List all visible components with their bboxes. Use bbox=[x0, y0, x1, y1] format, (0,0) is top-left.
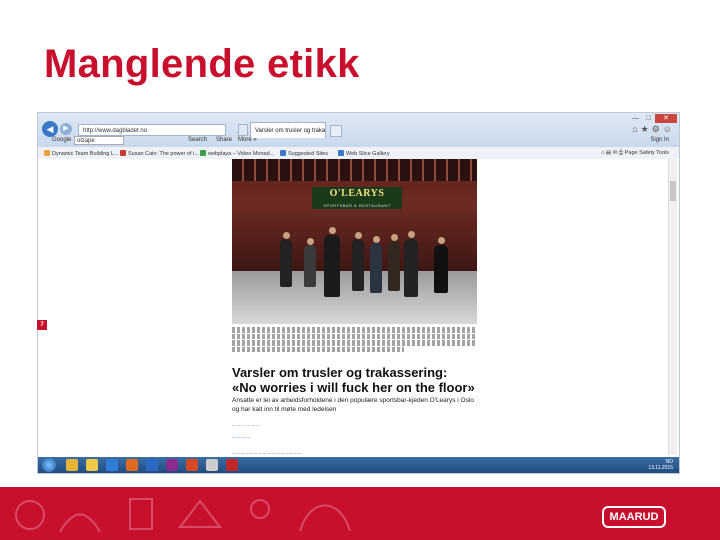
article-headline: Varsler om trusler og trakassering: «No … bbox=[232, 365, 477, 395]
person-head bbox=[282, 232, 290, 239]
ie-icon[interactable] bbox=[106, 459, 118, 471]
windows bbox=[232, 159, 477, 181]
feed-icon[interactable]: ▤ bbox=[606, 150, 611, 156]
doodle-illustrations bbox=[15, 498, 351, 533]
chrome-icon[interactable] bbox=[66, 459, 78, 471]
person bbox=[304, 245, 316, 287]
taskbar: NO 13.11.2015 bbox=[38, 457, 679, 473]
favorite-item[interactable]: Susan Cain: The power of i... bbox=[120, 150, 199, 157]
google-label: Google bbox=[52, 137, 72, 143]
person-head bbox=[328, 227, 336, 234]
author-link[interactable]: ─ ─ ─ ─ bbox=[232, 435, 250, 441]
print-icon[interactable]: ⎙ bbox=[619, 150, 623, 156]
firefox-icon[interactable] bbox=[126, 459, 138, 471]
more-button[interactable]: More » bbox=[238, 137, 257, 143]
toolbar-icons[interactable]: ⌂★⚙☺ bbox=[632, 124, 675, 135]
system-tray[interactable]: NO 13.11.2015 bbox=[648, 459, 673, 471]
site-icon bbox=[200, 150, 206, 156]
caption-line bbox=[232, 346, 404, 352]
ie-icon bbox=[280, 150, 286, 156]
slide-title: Manglende etikk bbox=[44, 42, 360, 86]
search-button[interactable]: Search bbox=[188, 137, 207, 143]
person-head bbox=[372, 236, 380, 243]
tools-menu[interactable]: Tools bbox=[656, 150, 669, 156]
person-head bbox=[354, 232, 362, 239]
minimize-icon[interactable]: — bbox=[632, 115, 639, 122]
person bbox=[370, 243, 382, 293]
browser-toolbar: ◀ ▶ http://www.dagbladet.no Varsler om t… bbox=[38, 113, 679, 147]
powerpoint-icon[interactable] bbox=[186, 459, 198, 471]
headline-line: «No worries i will fuck her on the floor… bbox=[232, 380, 475, 395]
favorite-item[interactable]: webplaya – Video Monad... bbox=[200, 150, 274, 157]
forward-icon[interactable]: ▶ bbox=[60, 123, 72, 135]
maarud-logo: MAARUD bbox=[602, 506, 666, 528]
favorite-item[interactable]: Suggested Sites bbox=[280, 150, 328, 157]
caption-line bbox=[232, 327, 477, 333]
person-head bbox=[437, 237, 445, 244]
video-icon bbox=[120, 150, 126, 156]
acrobat-icon[interactable] bbox=[226, 459, 238, 471]
app-icon[interactable] bbox=[206, 459, 218, 471]
person-head bbox=[407, 231, 415, 238]
word-icon[interactable] bbox=[146, 459, 158, 471]
home-icon[interactable]: ⌂ bbox=[601, 150, 604, 156]
article-lede: Ansatte er lei av arbeidsforholdene i de… bbox=[232, 397, 474, 413]
maximize-icon[interactable]: □ bbox=[647, 115, 651, 122]
onenote-icon[interactable] bbox=[166, 459, 178, 471]
article-photo: O'LEARYS SPORTSBAR & RESTAURANT bbox=[232, 159, 477, 324]
person bbox=[324, 235, 340, 297]
page-content: O'LEARYS SPORTSBAR & RESTAURANT Varsler … bbox=[38, 159, 679, 459]
logo-text: MAARUD bbox=[609, 511, 659, 523]
safety-menu[interactable]: Safety bbox=[639, 150, 655, 156]
person bbox=[352, 239, 364, 291]
restaurant-sign-sub: SPORTSBAR & RESTAURANT bbox=[323, 203, 391, 208]
page-menu[interactable]: Page bbox=[625, 150, 638, 156]
share-button[interactable]: Share bbox=[216, 137, 232, 143]
person-head bbox=[306, 238, 314, 245]
slide-marker: 7 bbox=[37, 320, 47, 330]
person bbox=[280, 239, 292, 287]
caption-line bbox=[232, 340, 477, 346]
star-icon bbox=[44, 150, 50, 156]
favorite-item[interactable]: Web Slice Gallery bbox=[338, 150, 390, 157]
favorite-item[interactable]: Dynamic Team Building L... bbox=[44, 150, 119, 157]
article-body-start: ─ ─ ─ ─ ─ ─ ─ ─ ─ ─ ─ ─ ─ ─ ─ ─ bbox=[232, 451, 302, 456]
mail-icon[interactable]: ✉ bbox=[613, 150, 618, 156]
photo-caption bbox=[232, 327, 477, 353]
google-search-input[interactable]: olzape bbox=[74, 136, 124, 145]
command-bar: ⌂ ▤ ✉ ⎙ Page Safety Tools bbox=[601, 150, 669, 157]
close-icon[interactable]: ✕ bbox=[655, 114, 677, 123]
folder-icon[interactable] bbox=[86, 459, 98, 471]
clock[interactable]: 13.11.2015 bbox=[648, 465, 673, 471]
browser-screenshot: ◀ ▶ http://www.dagbladet.no Varsler om t… bbox=[37, 112, 680, 474]
byline: ─ ─ ─ ─ ─ ─ bbox=[232, 423, 261, 429]
caption-line bbox=[232, 333, 477, 339]
headline-line: Varsler om trusler og trakassering: bbox=[232, 365, 448, 380]
scrollbar[interactable] bbox=[668, 159, 677, 455]
start-icon[interactable] bbox=[42, 458, 56, 472]
person bbox=[404, 239, 418, 297]
slice-icon bbox=[338, 150, 344, 156]
sign-in-link[interactable]: Sign In bbox=[650, 137, 669, 143]
person bbox=[434, 245, 448, 293]
scroll-thumb[interactable] bbox=[670, 181, 676, 201]
google-toolbar: Google olzape Search Share More » Sign I… bbox=[38, 135, 679, 147]
person bbox=[388, 241, 400, 291]
person-head bbox=[390, 234, 398, 241]
